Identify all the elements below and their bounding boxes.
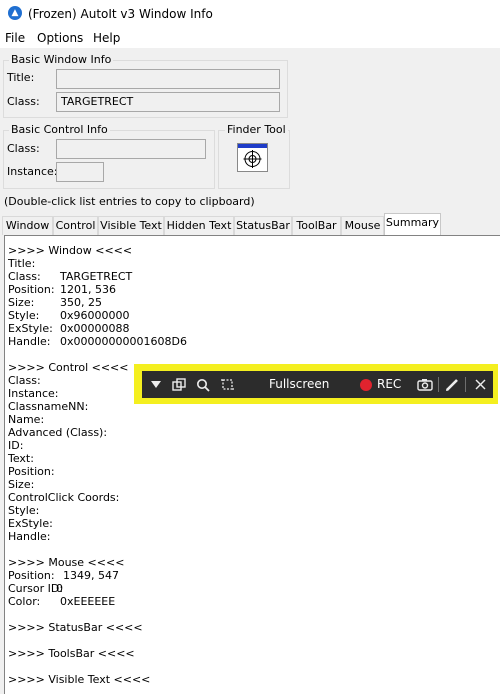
toolbar-separator [438,377,439,392]
summary-line: Class: TARGETRECT [8,270,133,283]
finder-tool-label: Finder Tool [225,123,288,136]
summary-line: >>>> Mouse <<<< [8,556,125,569]
summary-line: >>>> Window <<<< [8,244,133,257]
control-instance-label: Instance: [7,165,58,178]
fullscreen-button[interactable]: Fullscreen [269,377,329,391]
tab-hidden-text[interactable]: Hidden Text [164,216,234,235]
summary-line: >>>> ToolsBar <<<< [8,647,135,660]
finder-tool-button[interactable] [237,143,268,172]
summary-line: Title: [8,257,36,270]
window-title: (Frozen) AutoIt v3 Window Info [28,7,213,21]
summary-line: Handle: [8,530,51,543]
summary-line: >>>> Control <<<< [8,361,129,374]
tab-window[interactable]: Window [2,216,53,235]
summary-line: Cursor ID: 0 [8,582,64,595]
summary-line: ControlClick Coords: [8,491,120,504]
window-class-label: Class: [7,95,40,108]
tab-toolbar[interactable]: ToolBar [292,216,341,235]
window-class-field[interactable]: TARGETRECT [56,92,280,112]
basic-window-info-label: Basic Window Info [9,53,114,66]
summary-line: Name: [8,413,45,426]
summary-line: Position: 1349, 547 [8,569,119,582]
crosshair-target-icon [238,144,267,168]
pen-icon[interactable] [443,371,461,398]
window-title-field[interactable] [56,69,280,89]
window-select-icon[interactable] [169,371,189,398]
tab-summary[interactable]: Summary [384,213,441,236]
summary-line: Position: 1201, 536 [8,283,116,296]
summary-line: ExStyle: [8,517,53,530]
tab-visible-text[interactable]: Visible Text [98,216,164,235]
control-class-field[interactable] [56,139,206,159]
summary-line: Size: [8,478,35,491]
tab-statusbar[interactable]: StatusBar [234,216,292,235]
summary-line: ExStyle: 0x00000088 [8,322,130,335]
basic-control-info-label: Basic Control Info [9,123,110,136]
summary-line: ID: [8,439,24,452]
summary-line: Position: [8,465,55,478]
rec-button[interactable]: REC [377,377,401,391]
toolbar-separator [465,377,466,392]
summary-line: Advanced (Class): [8,426,108,439]
summary-line: >>>> Visible Text <<<< [8,673,151,686]
region-select-icon[interactable] [217,371,237,398]
summary-line: Class: [8,374,41,387]
control-instance-field[interactable] [56,162,104,182]
autoit-logo-icon: ▲ [8,6,22,20]
close-icon[interactable] [471,371,489,398]
dropdown-arrow-icon[interactable] [146,371,166,398]
summary-line: ClassnameNN: [8,400,89,413]
control-class-label: Class: [7,142,40,155]
summary-line: Instance: [8,387,59,400]
menu-file[interactable]: File [5,31,25,45]
summary-line: Style: 0x96000000 [8,309,130,322]
summary-line: Color: 0xEEEEEE [8,595,116,608]
summary-line: Style: [8,504,40,517]
menu-help[interactable]: Help [93,31,120,45]
summary-line: Text: [8,452,34,465]
window-title-label: Title: [7,71,35,84]
summary-text-area[interactable]: >>>> Window <<<< Title: Class: TARGETRECT… [4,235,500,694]
tab-mouse[interactable]: Mouse [341,216,384,235]
record-dot-icon[interactable] [358,371,374,398]
summary-line: >>>> StatusBar <<<< [8,621,143,634]
copy-hint: (Double-click list entries to copy to cl… [4,195,255,208]
summary-line: Size: 350, 25 [8,296,102,309]
menu-options[interactable]: Options [37,31,83,45]
tab-control[interactable]: Control [53,216,98,235]
zoom-icon[interactable] [193,371,213,398]
summary-line: Handle: 0x00000000001608D6 [8,335,187,348]
camera-icon[interactable] [415,371,435,398]
